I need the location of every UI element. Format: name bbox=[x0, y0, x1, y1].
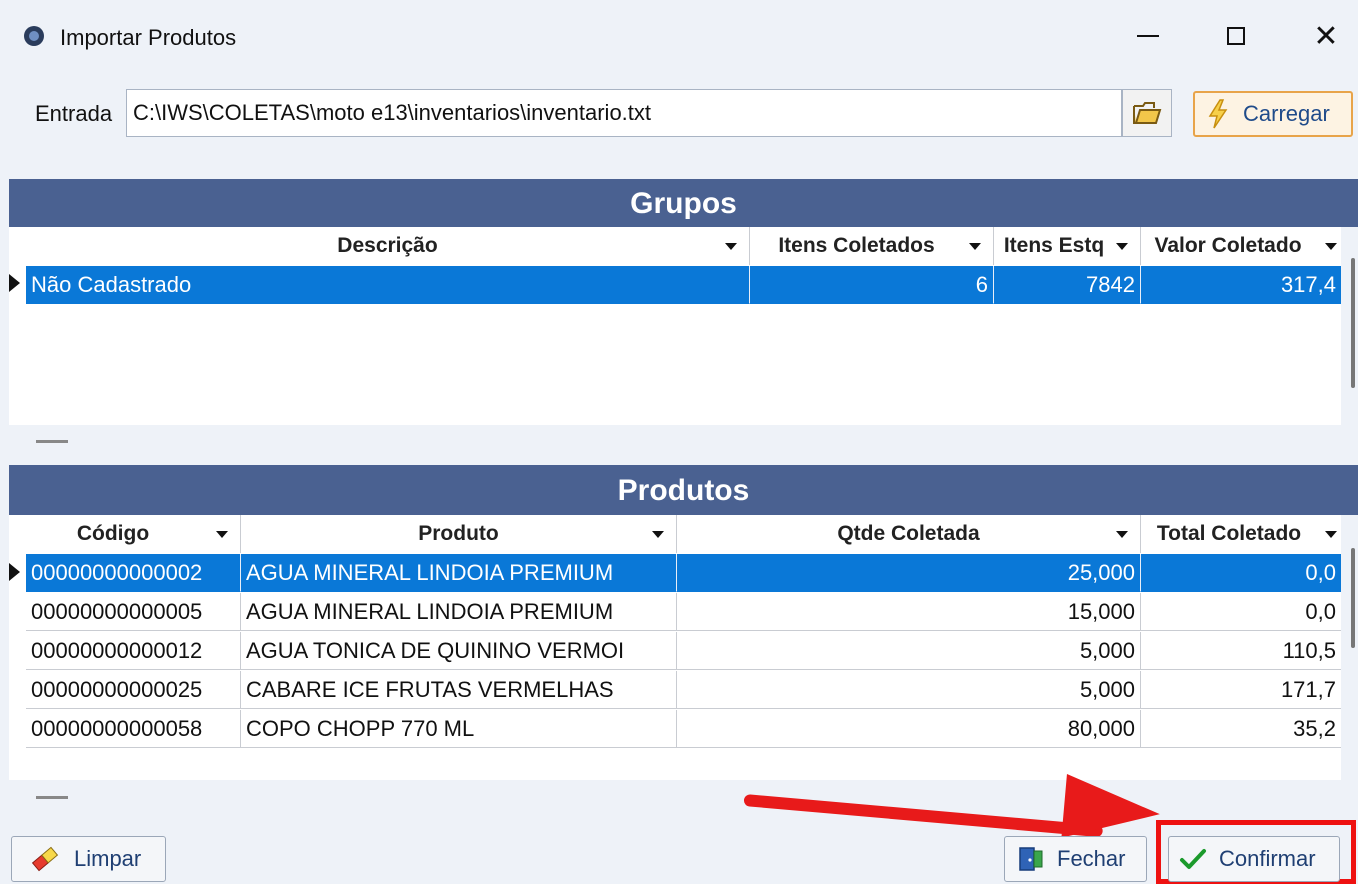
limpar-label: Limpar bbox=[74, 846, 142, 871]
window-title: Importar Produtos bbox=[60, 25, 237, 50]
carregar-button[interactable]: Carregar bbox=[1193, 91, 1353, 137]
produto-nome-cell: AGUA MINERAL LINDOIA PREMIUM bbox=[241, 593, 677, 631]
confirmar-button[interactable]: Confirmar bbox=[1168, 836, 1340, 882]
grupo-descricao-cell: Não Cadastrado bbox=[26, 266, 750, 304]
produto-total-cell: 0,0 bbox=[1141, 593, 1341, 631]
produtos-header: Produtos bbox=[9, 465, 1358, 515]
close-icon: ✕ bbox=[1313, 18, 1339, 54]
open-folder-icon bbox=[1133, 102, 1162, 124]
entrada-path-input[interactable] bbox=[126, 89, 1122, 137]
grupos-header: Grupos bbox=[9, 179, 1358, 227]
produto-nome-cell: COPO CHOPP 770 ML bbox=[241, 710, 677, 748]
sort-caret-icon bbox=[1325, 531, 1337, 538]
maximize-button[interactable] bbox=[1206, 16, 1266, 56]
produtos-col-qtde-coletada[interactable]: Qtde Coletada bbox=[677, 515, 1141, 553]
produto-qtde-cell: 25,000 bbox=[677, 554, 1141, 592]
produto-total-cell: 171,7 bbox=[1141, 671, 1341, 709]
fechar-button[interactable]: Fechar bbox=[1004, 836, 1147, 882]
produtos-col-produto[interactable]: Produto bbox=[241, 515, 677, 553]
browse-folder-button[interactable] bbox=[1122, 89, 1172, 137]
produto-nome-cell: AGUA TONICA DE QUININO VERMOI bbox=[241, 632, 677, 670]
title-bar: Importar Produtos ✕ bbox=[0, 0, 1358, 70]
lightning-icon bbox=[1208, 99, 1228, 129]
grupos-col-descricao[interactable]: Descrição bbox=[26, 227, 750, 265]
produto-codigo-cell: 00000000000005 bbox=[26, 593, 241, 631]
produto-total-cell: 0,0 bbox=[1141, 554, 1341, 592]
sort-caret-icon bbox=[652, 531, 664, 538]
produto-qtde-cell: 5,000 bbox=[677, 632, 1141, 670]
produtos-col-total-coletado[interactable]: Total Coletado bbox=[1141, 515, 1341, 553]
current-row-indicator-icon bbox=[9, 563, 20, 581]
grupos-splitter-handle[interactable] bbox=[36, 440, 68, 443]
grupos-scrollbar[interactable] bbox=[1351, 258, 1355, 388]
sort-caret-icon bbox=[725, 243, 737, 250]
grupos-col-valor-coletado[interactable]: Valor Coletado bbox=[1141, 227, 1341, 265]
produto-codigo-cell: 00000000000012 bbox=[26, 632, 241, 670]
carregar-label: Carregar bbox=[1243, 101, 1330, 126]
produto-qtde-cell: 15,000 bbox=[677, 593, 1141, 631]
grupo-itens-estq-cell: 7842 bbox=[994, 266, 1141, 304]
grupos-col-itens-coletados[interactable]: Itens Coletados bbox=[750, 227, 994, 265]
sort-caret-icon bbox=[1116, 243, 1128, 250]
produto-qtde-cell: 5,000 bbox=[677, 671, 1141, 709]
produtos-splitter-handle[interactable] bbox=[36, 796, 68, 799]
grupo-valor-coletado-cell: 317,4 bbox=[1141, 266, 1341, 304]
confirmar-label: Confirmar bbox=[1219, 846, 1316, 871]
grupo-itens-coletados-cell: 6 bbox=[750, 266, 994, 304]
minimize-button[interactable] bbox=[1118, 16, 1178, 56]
produtos-col-codigo[interactable]: Código bbox=[26, 515, 241, 553]
exit-door-icon bbox=[1019, 847, 1043, 871]
produto-nome-cell: CABARE ICE FRUTAS VERMELHAS bbox=[241, 671, 677, 709]
produto-total-cell: 35,2 bbox=[1141, 710, 1341, 748]
eraser-icon bbox=[31, 846, 59, 872]
import-products-window: Importar Produtos ✕ Entrada Carregar Gru… bbox=[0, 0, 1358, 884]
grupos-grid-area: Descrição Itens Coletados Itens Estq Val… bbox=[9, 227, 1358, 425]
app-icon bbox=[24, 26, 44, 46]
produto-codigo-cell: 00000000000025 bbox=[26, 671, 241, 709]
produto-codigo-cell: 00000000000002 bbox=[26, 554, 241, 592]
maximize-icon bbox=[1227, 27, 1245, 45]
grupos-grid[interactable]: Descrição Itens Coletados Itens Estq Val… bbox=[9, 227, 1341, 425]
entrada-label: Entrada bbox=[35, 101, 113, 126]
sort-caret-icon bbox=[969, 243, 981, 250]
minimize-icon bbox=[1137, 35, 1159, 37]
sort-caret-icon bbox=[1325, 243, 1337, 250]
produto-qtde-cell: 80,000 bbox=[677, 710, 1141, 748]
checkmark-icon bbox=[1180, 849, 1206, 869]
sort-caret-icon bbox=[216, 531, 228, 538]
produtos-scrollbar[interactable] bbox=[1351, 548, 1355, 648]
produtos-grid-area: Código Produto Qtde Coletada Total Colet… bbox=[9, 515, 1358, 780]
grupos-col-itens-estq[interactable]: Itens Estq bbox=[994, 227, 1141, 265]
limpar-button[interactable]: Limpar bbox=[11, 836, 166, 882]
produto-total-cell: 110,5 bbox=[1141, 632, 1341, 670]
sort-caret-icon bbox=[1116, 531, 1128, 538]
fechar-label: Fechar bbox=[1057, 846, 1126, 871]
close-window-button[interactable]: ✕ bbox=[1296, 16, 1356, 56]
annotation-arrow-shaft bbox=[743, 794, 1104, 838]
current-row-indicator-icon bbox=[9, 274, 20, 292]
produtos-grid[interactable]: Código Produto Qtde Coletada Total Colet… bbox=[9, 515, 1341, 780]
produto-nome-cell: AGUA MINERAL LINDOIA PREMIUM bbox=[241, 554, 677, 592]
produto-codigo-cell: 00000000000058 bbox=[26, 710, 241, 748]
